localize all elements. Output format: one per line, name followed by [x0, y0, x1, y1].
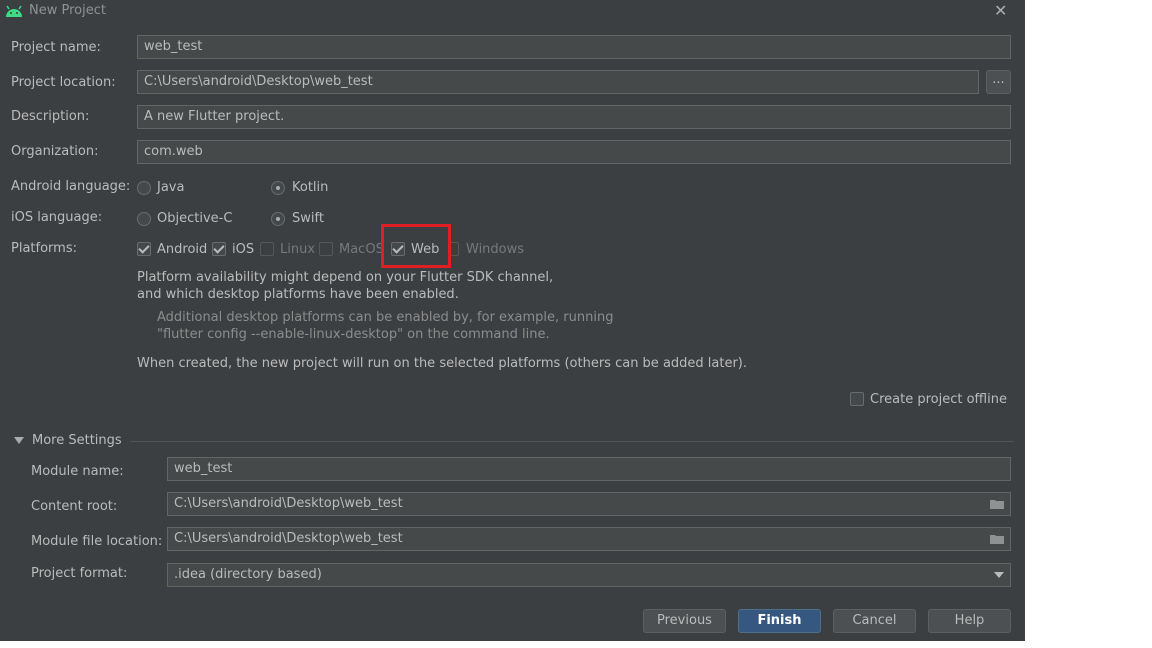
checkbox-windows[interactable]	[450, 242, 459, 256]
browse-button[interactable]: ...	[986, 70, 1011, 94]
module-file-location-label: Module file location:	[31, 534, 163, 549]
checkbox-android-label: Android	[157, 242, 208, 257]
content-root-input[interactable]: C:\Users\android\Desktop\web_test	[167, 492, 1011, 516]
create-offline-label: Create project offline	[870, 392, 1007, 407]
radio-kotlin[interactable]	[271, 181, 285, 195]
more-settings-title[interactable]: More Settings	[32, 433, 122, 448]
checkbox-ios[interactable]	[212, 242, 226, 256]
organization-label: Organization:	[11, 144, 99, 159]
project-format-label: Project format:	[31, 566, 128, 581]
radio-objective-c[interactable]	[137, 212, 151, 226]
module-name-input[interactable]: web_test	[167, 457, 1011, 481]
project-location-input[interactable]: C:\Users\android\Desktop\web_test	[137, 70, 979, 94]
android-icon	[6, 5, 22, 17]
checkbox-android[interactable]	[137, 242, 151, 256]
new-project-dialog: New Project ✕ Project name: web_test Pro…	[0, 0, 1025, 641]
organization-input[interactable]: com.web	[137, 140, 1011, 164]
radio-java-label: Java	[157, 180, 185, 195]
project-location-label: Project location:	[11, 75, 116, 90]
module-file-location-input[interactable]: C:\Users\android\Desktop\web_test	[167, 527, 1011, 551]
checkbox-ios-label: iOS	[232, 242, 255, 257]
ios-language-label: iOS language:	[11, 210, 103, 225]
previous-button[interactable]: Previous	[643, 609, 726, 633]
description-input[interactable]: A new Flutter project.	[137, 105, 1011, 129]
help-button[interactable]: Help	[928, 609, 1011, 633]
chevron-down-icon[interactable]	[14, 437, 24, 444]
availability-note-line2: and which desktop platforms have been en…	[137, 287, 459, 302]
platforms-label: Platforms:	[11, 241, 77, 256]
folder-icon[interactable]	[990, 534, 1004, 544]
cancel-button[interactable]: Cancel	[833, 609, 916, 633]
more-settings-separator	[130, 441, 1014, 442]
project-name-label: Project name:	[11, 40, 101, 55]
android-language-label: Android language:	[11, 179, 131, 194]
availability-note-line1: Platform availability might depend on yo…	[137, 270, 554, 285]
project-format-select[interactable]: .idea (directory based)	[167, 563, 1011, 587]
checkbox-macos-label: MacOS	[339, 242, 384, 257]
additional-note-line2: "flutter config --enable-linux-desktop" …	[157, 327, 550, 342]
radio-swift-label: Swift	[292, 211, 324, 226]
checkbox-linux-label: Linux	[280, 242, 316, 257]
project-name-input[interactable]: web_test	[137, 35, 1011, 59]
additional-note-line1: Additional desktop platforms can be enab…	[157, 310, 614, 325]
description-label: Description:	[11, 109, 90, 124]
checkbox-macos[interactable]	[319, 242, 333, 256]
radio-swift[interactable]	[271, 212, 285, 226]
content-root-label: Content root:	[31, 499, 118, 514]
web-highlight-box	[381, 224, 451, 268]
radio-objective-c-label: Objective-C	[157, 211, 233, 226]
radio-kotlin-label: Kotlin	[292, 180, 329, 195]
radio-java[interactable]	[137, 181, 151, 195]
checkbox-windows-label: Windows	[466, 242, 525, 257]
checkbox-linux[interactable]	[260, 242, 274, 256]
module-name-label: Module name:	[31, 464, 124, 479]
folder-icon[interactable]	[990, 499, 1004, 509]
chevron-down-icon[interactable]	[994, 572, 1004, 578]
checkbox-create-offline[interactable]	[850, 392, 864, 406]
when-created-note: When created, the new project will run o…	[137, 356, 748, 371]
finish-button[interactable]: Finish	[738, 609, 821, 633]
close-icon[interactable]: ✕	[994, 1, 1007, 20]
window-title: New Project	[29, 3, 106, 18]
